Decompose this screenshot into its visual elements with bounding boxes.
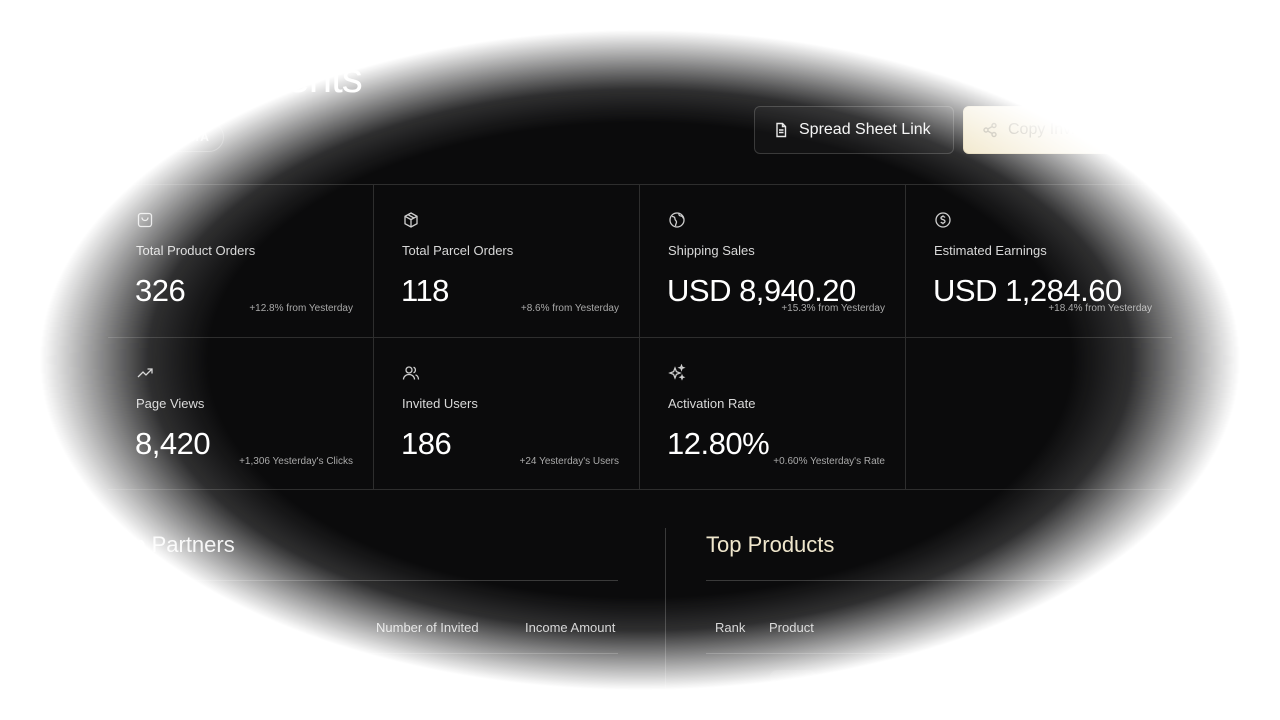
- stat-card-activation-rate: Activation Rate 12.80% +0.60% Yesterday'…: [640, 337, 906, 489]
- package-icon: [404, 212, 418, 228]
- stat-delta: +8.6% from Yesterday: [520, 303, 619, 314]
- stat-delta: +15.3% from Yesterday: [781, 303, 885, 314]
- stat-delta: +18.4% from Yesterday: [1048, 303, 1152, 314]
- stats-grid: Total Product Orders 326 +12.8% from Yes…: [108, 184, 1172, 490]
- products-header-divider: [706, 653, 1172, 654]
- stat-value: 186: [401, 426, 452, 461]
- users-icon: [402, 366, 420, 380]
- stat-label: Estimated Earnings: [934, 243, 1047, 258]
- share-icon: [983, 122, 997, 138]
- partners-title-divider: [110, 580, 618, 581]
- spreadsheet-link-button[interactable]: Spread Sheet Link: [754, 106, 954, 154]
- copy-invite-link-button[interactable]: Copy Invite Link: [963, 106, 1163, 154]
- partners-col-number-invited[interactable]: Number of Invited: [376, 620, 479, 635]
- stat-label: Total Product Orders: [136, 243, 256, 258]
- stat-delta: +1,306 Yesterday's Clicks: [239, 456, 353, 467]
- stat-label: Activation Rate: [668, 396, 756, 411]
- dashboard-app: Achievements LIVE DATA Spread Sheet Link…: [0, 0, 1280, 720]
- stat-label: Shipping Sales: [668, 243, 755, 258]
- stat-card-empty: [906, 337, 1172, 489]
- dollar-circle-icon: [935, 212, 951, 228]
- shopping-bag-icon: [137, 212, 153, 228]
- stat-label: Page Views: [136, 396, 205, 411]
- partners-col-income-amount[interactable]: Income Amount: [525, 620, 615, 635]
- stat-delta: +0.60% Yesterday's Rate: [773, 456, 885, 467]
- top-partners-title: Top Partners: [110, 532, 235, 557]
- live-dot-icon: [129, 133, 137, 141]
- sparkles-icon: [668, 364, 686, 381]
- live-data-label: LIVE DATA: [145, 130, 210, 144]
- copy-invite-link-label: Copy Invite Link: [1008, 121, 1122, 138]
- section-vertical-divider: [665, 528, 666, 688]
- screenshot-stage: Achievements LIVE DATA Spread Sheet Link…: [0, 0, 1280, 720]
- products-title-divider: [706, 580, 1172, 581]
- spreadsheet-link-label: Spread Sheet Link: [799, 121, 931, 138]
- stat-label: Total Parcel Orders: [402, 243, 514, 258]
- stat-value: 118: [401, 273, 449, 308]
- stat-card-shipping-sales: Shipping Sales USD 8,940.20 +15.3% from …: [640, 185, 906, 337]
- stat-value: 326: [135, 273, 186, 308]
- stat-delta: +24 Yesterday's Users: [519, 456, 619, 467]
- stat-delta: +12.8% from Yesterday: [249, 303, 353, 314]
- globe-icon: [669, 212, 685, 228]
- products-col-rank[interactable]: Rank: [715, 620, 745, 635]
- stat-value: 12.80%: [667, 426, 770, 461]
- stat-label: Invited Users: [402, 396, 478, 411]
- stat-card-total-parcel-orders: Total Parcel Orders 118 +8.6% from Yeste…: [374, 185, 640, 337]
- document-icon: [776, 122, 787, 138]
- partners-header-divider: [110, 653, 618, 654]
- stat-card-total-product-orders: Total Product Orders 326 +12.8% from Yes…: [108, 185, 374, 337]
- products-col-product[interactable]: Product: [769, 620, 814, 635]
- stat-card-estimated-earnings: Estimated Earnings USD 1,284.60 +18.4% f…: [906, 185, 1172, 337]
- live-data-badge[interactable]: LIVE DATA: [110, 122, 225, 152]
- top-products-title: Top Products: [706, 532, 835, 557]
- page-title: Achievements: [110, 54, 363, 101]
- product-thumbnail-placeholder: [770, 670, 816, 684]
- stat-card-invited-users: Invited Users 186 +24 Yesterday's Users: [374, 337, 640, 489]
- stat-value: 8,420: [135, 426, 211, 461]
- stat-card-page-views: Page Views 8,420 +1,306 Yesterday's Clic…: [108, 337, 374, 489]
- trend-up-icon: [137, 368, 153, 378]
